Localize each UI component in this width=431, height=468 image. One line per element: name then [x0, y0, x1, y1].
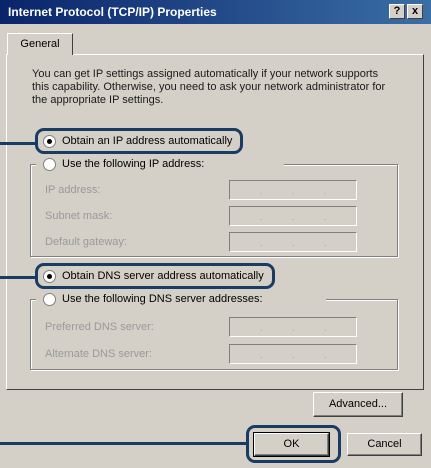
- tab-general-label: General: [20, 38, 60, 50]
- callout-dns-auto-highlight: [35, 263, 275, 289]
- subnet-mask-field[interactable]: ...: [229, 206, 357, 226]
- use-following-ip-radio[interactable]: [43, 158, 56, 171]
- close-button[interactable]: x: [407, 4, 423, 19]
- subnet-mask-label: Subnet mask:: [45, 210, 113, 222]
- window-title: Internet Protocol (TCP/IP) Properties: [8, 5, 217, 19]
- cancel-button[interactable]: Cancel: [347, 433, 422, 456]
- help-button[interactable]: ?: [389, 4, 405, 19]
- alternate-dns-field[interactable]: ...: [229, 344, 357, 364]
- ip-address-field[interactable]: ...: [229, 180, 357, 200]
- callout-line-ip: [0, 142, 35, 145]
- preferred-dns-field[interactable]: ...: [229, 317, 357, 337]
- tab-general[interactable]: General: [7, 33, 73, 55]
- callout-ip-auto-highlight: [35, 128, 243, 154]
- callout-line-dns: [0, 276, 35, 279]
- title-bar[interactable]: Internet Protocol (TCP/IP) Properties ? …: [0, 0, 431, 24]
- use-following-dns-label[interactable]: Use the following DNS server addresses:: [62, 293, 263, 305]
- default-gateway-label: Default gateway:: [45, 236, 127, 248]
- default-gateway-field[interactable]: ...: [229, 232, 357, 252]
- alternate-dns-label: Alternate DNS server:: [45, 348, 152, 360]
- close-icon: x: [411, 5, 419, 17]
- description-text: You can get IP settings assigned automat…: [32, 68, 386, 106]
- preferred-dns-label: Preferred DNS server:: [45, 321, 154, 333]
- callout-line-ok: [0, 442, 246, 445]
- tcpip-properties-dialog: Internet Protocol (TCP/IP) Properties ? …: [0, 0, 431, 468]
- callout-ok-highlight: [246, 425, 341, 463]
- ip-address-label: IP address:: [45, 184, 101, 196]
- advanced-button[interactable]: Advanced...: [313, 392, 403, 417]
- use-following-dns-radio[interactable]: [43, 293, 56, 306]
- use-following-ip-label[interactable]: Use the following IP address:: [62, 158, 204, 170]
